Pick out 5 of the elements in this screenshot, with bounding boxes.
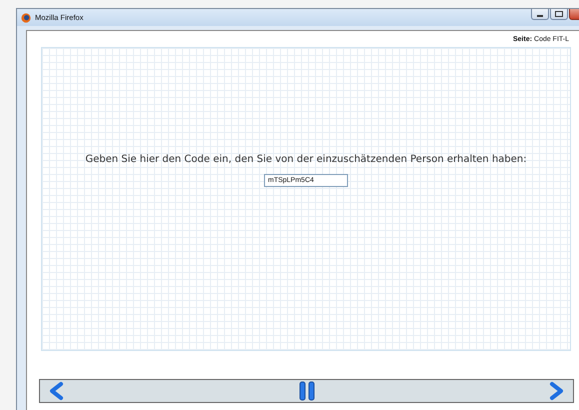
- browser-logo-icon: [21, 12, 31, 22]
- prompt-text: Geben Sie hier den Code ein, den Sie von der einzuschätzenden Person erhalten haben:: [85, 154, 527, 165]
- minimize-button[interactable]: [531, 9, 549, 20]
- pause-icon[interactable]: [298, 381, 316, 401]
- maximize-button[interactable]: [550, 9, 568, 20]
